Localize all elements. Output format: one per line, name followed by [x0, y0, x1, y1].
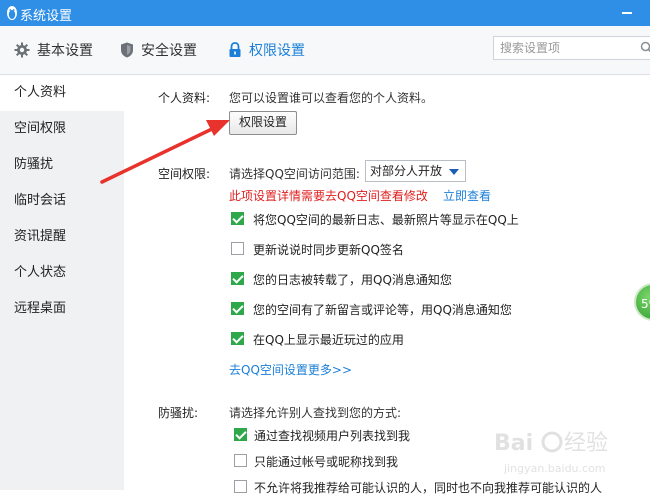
sidebar-item-news-alerts[interactable]: 资讯提醒: [0, 219, 124, 255]
svg-text:Bai: Bai: [494, 431, 533, 456]
sidebar-item-anti-harassment[interactable]: 防骚扰: [0, 147, 124, 183]
checkbox-label: 更新说说时同步更新QQ签名: [253, 241, 404, 258]
checkbox-show-latest-blog[interactable]: [231, 212, 244, 225]
checkbox-blog-reposted-notify[interactable]: [231, 272, 244, 285]
qq-penguin-icon: [4, 4, 20, 22]
space-warning-text: 此项设置详情需要去QQ空间查看修改: [229, 187, 428, 204]
search-box[interactable]: [493, 36, 650, 60]
sidebar-item-remote-desktop[interactable]: 远程桌面: [0, 291, 124, 327]
tab-label: 基本设置: [37, 40, 93, 60]
search-icon[interactable]: [640, 41, 650, 55]
checkbox-sync-signature[interactable]: [231, 242, 244, 255]
antiharass-prompt: 请选择允许别人查找到您的方式:: [229, 404, 401, 421]
sidebar: 个人资料 空间权限 防骚扰 临时会话 资讯提醒 个人状态 远程桌面: [0, 75, 124, 490]
sidebar-item-profile[interactable]: 个人资料: [0, 75, 124, 111]
tab-security-settings[interactable]: 安全设置: [120, 26, 197, 74]
checkbox-label: 您的空间有了新留言或评论等，用QQ消息通知您: [253, 301, 512, 318]
sidebar-item-personal-status[interactable]: 个人状态: [0, 255, 124, 291]
checkbox-show-recent-apps[interactable]: [231, 332, 244, 345]
space-section-label: 空间权限:: [158, 165, 210, 182]
permission-settings-button[interactable]: 权限设置: [229, 111, 297, 135]
checkbox-label: 通过查找视频用户列表找到我: [254, 427, 410, 444]
space-range-label: 请选择QQ空间访问范围:: [229, 165, 360, 182]
profile-section-label: 个人资料:: [158, 89, 210, 106]
checkbox-find-via-video-list[interactable]: [234, 428, 247, 441]
more-space-settings-link[interactable]: 去QQ空间设置更多>>: [229, 361, 352, 378]
profile-description: 您可以设置谁可以查看您的个人资料。: [229, 89, 433, 106]
tab-label: 安全设置: [141, 40, 197, 60]
svg-text:经验: 经验: [564, 431, 608, 456]
sidebar-item-space-permission[interactable]: 空间权限: [0, 111, 124, 147]
shield-icon: [120, 42, 134, 58]
window-title: 系统设置: [20, 5, 72, 24]
settings-tab-bar: 基本设置 安全设置 权限设置: [0, 26, 650, 75]
checkbox-label: 在QQ上显示最近玩过的应用: [253, 331, 404, 348]
view-now-link[interactable]: 立即查看: [443, 187, 491, 204]
checkbox-new-comment-notify[interactable]: [231, 302, 244, 315]
sidebar-item-temp-session[interactable]: 临时会话: [0, 183, 124, 219]
space-range-value: 对部分人开放: [370, 164, 442, 178]
tab-label: 权限设置: [249, 40, 305, 60]
svg-text:jingyan.baidu.com: jingyan.baidu.com: [503, 462, 606, 475]
checkbox-label: 您的日志被转载了，用QQ消息通知您: [253, 271, 452, 288]
title-bar: 系统设置: [0, 0, 650, 26]
space-range-select[interactable]: 对部分人开放: [365, 160, 466, 182]
search-input[interactable]: [500, 40, 628, 56]
minimize-button[interactable]: [622, 12, 632, 14]
checkbox-label: 只能通过帐号或昵称找到我: [254, 453, 398, 470]
checkbox-label: 将您QQ空间的最新日志、最新照片等显示在QQ上: [253, 211, 519, 228]
tab-permission-settings[interactable]: 权限设置: [228, 26, 305, 74]
checkbox-no-recommend[interactable]: [234, 480, 247, 493]
baidu-watermark-logo: Bai 经验 jingyan.baidu.com: [490, 420, 650, 490]
gear-icon: [14, 42, 30, 58]
tab-basic-settings[interactable]: 基本设置: [14, 26, 93, 74]
checkbox-find-by-account-only[interactable]: [234, 454, 247, 467]
antiharass-section-label: 防骚扰:: [158, 404, 198, 421]
lock-icon: [228, 42, 242, 58]
chevron-down-icon: [449, 169, 459, 175]
